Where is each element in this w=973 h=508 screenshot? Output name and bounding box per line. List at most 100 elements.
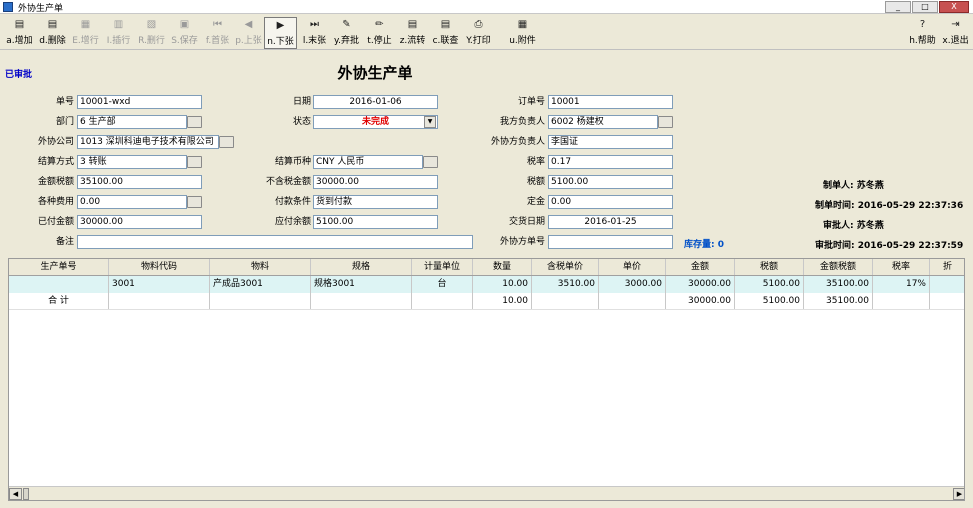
approve-time: 审批时间: 2016-05-29 22:37:59 [815, 241, 964, 251]
delete-row-button[interactable]: ▧ R.删行 [135, 17, 168, 49]
amount-tax-field[interactable]: 35100.00 [77, 175, 202, 189]
dept-lookup-button[interactable] [187, 116, 202, 128]
exit-icon: ⇥ [951, 19, 960, 30]
grid-cell[interactable]: 台 [412, 276, 473, 293]
query-button[interactable]: ▤ c.联查 [429, 17, 462, 49]
column-header[interactable]: 税额 [735, 259, 804, 275]
tax-field[interactable]: 5100.00 [548, 175, 673, 189]
table-row[interactable]: 3001 产成品3001 规格3001 台 10.00 3510.00 3000.00 300… [9, 276, 964, 293]
deposit-field[interactable]: 0.00 [548, 195, 673, 209]
vendor-lookup-button[interactable] [219, 136, 234, 148]
date-field[interactable]: 2016-01-06 [313, 95, 438, 109]
column-header[interactable]: 物料代码 [109, 259, 210, 275]
balance-field[interactable]: 5100.00 [313, 215, 438, 229]
delete-doc-button[interactable]: ▤ d.删除 [36, 17, 69, 49]
column-header[interactable]: 数量 [473, 259, 532, 275]
column-header[interactable]: 物料 [210, 259, 311, 275]
column-header[interactable]: 计量单位 [412, 259, 473, 275]
prev-record-button[interactable]: ◀ p.上张 [232, 17, 265, 49]
state-dropdown-icon[interactable]: ▼ [424, 116, 436, 128]
grid-cell[interactable]: 3000.00 [599, 276, 666, 293]
grid-cell[interactable]: 30000.00 [666, 276, 735, 293]
remark-field[interactable] [77, 235, 473, 249]
grid-cell[interactable]: 3510.00 [532, 276, 599, 293]
grid-cell [412, 293, 473, 309]
column-header[interactable]: 规格 [311, 259, 412, 275]
column-header[interactable]: 单价 [599, 259, 666, 275]
print-button[interactable]: ⎙ Y.打印 [462, 17, 495, 49]
fees-lookup-button[interactable] [187, 196, 202, 208]
add-doc-button[interactable]: ▤ a.增加 [3, 17, 36, 49]
grid-cell[interactable]: 17% [873, 276, 930, 293]
grid-cell: 30000.00 [666, 293, 735, 309]
grid-cell[interactable]: 产成品3001 [210, 276, 311, 293]
grid-cell [210, 293, 311, 309]
column-header[interactable]: 含税单价 [532, 259, 599, 275]
sales-order-field[interactable]: 10001 [548, 95, 673, 109]
vendor-person-field[interactable]: 李国证 [548, 135, 673, 149]
column-header[interactable]: 生产单号 [9, 259, 109, 275]
app-icon [3, 2, 13, 12]
close-button[interactable]: X [939, 1, 969, 13]
vendor-field[interactable]: 1013 深圳科迪电子技术有限公司 [77, 135, 219, 149]
column-header[interactable]: 税率 [873, 259, 930, 275]
detail-grid: 生产单号 物料代码 物料 规格 计量单位 数量 含税单价 单价 金额 税额 金额税额 税率折 3001… [8, 258, 965, 501]
grid-cell[interactable]: 3001 [109, 276, 210, 293]
pay-terms-field[interactable]: 货到付款 [313, 195, 438, 209]
grid-cell[interactable]: 10.00 [473, 276, 532, 293]
first-record-button[interactable]: ⏮ f.首张 [201, 17, 234, 49]
maker: 制单人: 苏冬燕 [823, 181, 884, 191]
grid-cell[interactable] [930, 276, 964, 293]
attachment-button[interactable]: ▦ u.附件 [506, 17, 539, 49]
scroll-thumb[interactable] [23, 488, 29, 500]
sales-order-label: 订单号 [517, 97, 545, 107]
toolbar-label: z.流转 [399, 36, 426, 46]
currency-field[interactable]: CNY 人民币 [313, 155, 423, 169]
approver: 审批人: 苏冬燕 [823, 221, 884, 231]
column-header[interactable]: 金额税额 [804, 259, 873, 275]
grid-cell[interactable]: 规格3001 [311, 276, 412, 293]
exit-button[interactable]: ⇥ x.退出 [939, 17, 972, 49]
our-person-field[interactable]: 6002 杨建权 [548, 115, 658, 129]
toolbar-label: f.首张 [205, 36, 230, 46]
tax-rate-field[interactable]: 0.17 [548, 155, 673, 169]
toolbar-label: p.上张 [235, 36, 262, 46]
tax-label: 税额 [526, 177, 545, 187]
flow-button[interactable]: ▤ z.流转 [396, 17, 429, 49]
add-doc-icon: ▤ [14, 19, 25, 30]
settle-method-lookup-button[interactable] [187, 156, 202, 168]
grid-cell[interactable] [9, 276, 109, 293]
state-select[interactable]: 未完成 [313, 115, 438, 129]
amount-notax-field[interactable]: 30000.00 [313, 175, 438, 189]
dept-field[interactable]: 6 生产部 [77, 115, 187, 129]
last-record-button[interactable]: ⏭ l.末张 [298, 17, 331, 49]
toolbar-label: S.保存 [171, 36, 198, 46]
maximize-button[interactable]: □ [912, 1, 938, 13]
delivery-date-label: 交货日期 [508, 217, 545, 227]
scroll-right-icon[interactable]: ▶ [953, 488, 964, 500]
add-row-button[interactable]: ▦ E.增行 [69, 17, 102, 49]
currency-lookup-button[interactable] [423, 156, 438, 168]
fees-field[interactable]: 0.00 [77, 195, 187, 209]
column-header[interactable]: 金额 [666, 259, 735, 275]
delivery-date-field[interactable]: 2016-01-25 [548, 215, 673, 229]
next-record-button[interactable]: ▶ n.下张 [264, 17, 297, 49]
grid-cell[interactable]: 5100.00 [735, 276, 804, 293]
insert-row-button[interactable]: ▥ I.插行 [102, 17, 135, 49]
minimize-button[interactable]: _ [885, 1, 911, 13]
help-button[interactable]: ? h.帮助 [906, 17, 939, 49]
delete-row-icon: ▧ [146, 19, 157, 30]
save-button[interactable]: ▣ S.保存 [168, 17, 201, 49]
paid-field[interactable]: 30000.00 [77, 215, 202, 229]
toolbar-label: E.增行 [72, 36, 99, 46]
scroll-left-icon[interactable]: ◀ [9, 488, 22, 500]
grid-cell[interactable]: 35100.00 [804, 276, 873, 293]
order-no-field[interactable]: 10001-wxd [77, 95, 202, 109]
unapprove-button[interactable]: ✎ y.弃批 [330, 17, 363, 49]
horizontal-scrollbar[interactable]: ◀ ▶ [9, 486, 964, 500]
column-header[interactable]: 折 [930, 259, 964, 275]
vendor-no-field[interactable] [548, 235, 673, 249]
stop-button[interactable]: ✏ t.停止 [363, 17, 396, 49]
our-person-lookup-button[interactable] [658, 116, 673, 128]
settle-method-field[interactable]: 3 转账 [77, 155, 187, 169]
